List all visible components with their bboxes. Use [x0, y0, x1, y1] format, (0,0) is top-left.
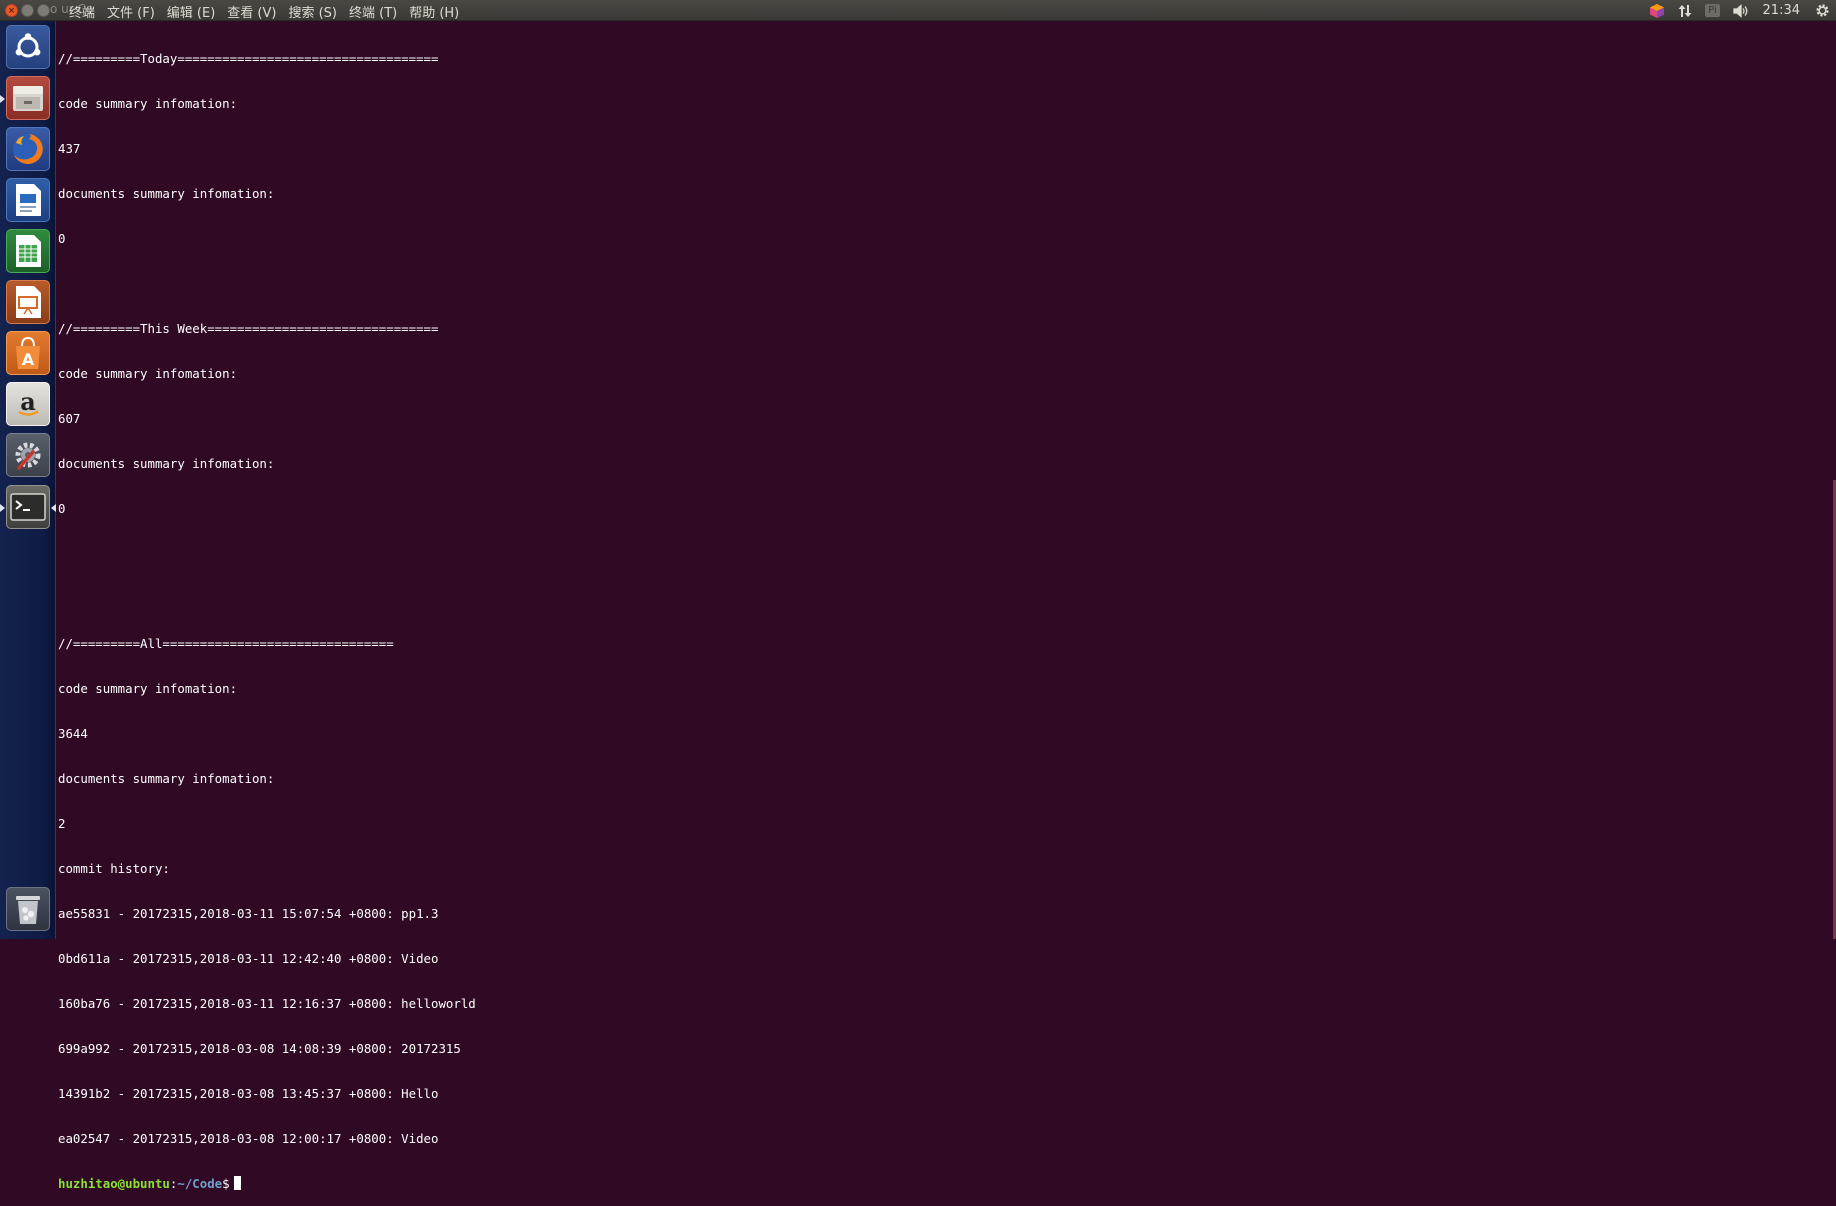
terminal-line: code summary infomation:	[58, 366, 1836, 381]
terminal-line: 699a992 - 20172315,2018-03-08 14:08:39 +…	[58, 1041, 1836, 1056]
keyboard-layout-indicator[interactable]: Pi	[1699, 0, 1727, 21]
terminal-line: //=========This Week====================…	[58, 321, 1836, 336]
terminal-line: ea02547 - 20172315,2018-03-08 12:00:17 +…	[58, 1131, 1836, 1146]
terminal-line: code summary infomation:	[58, 681, 1836, 696]
presentation-icon	[13, 285, 43, 319]
indicator-area: Pi 21:34	[1643, 0, 1836, 21]
volume-icon[interactable]	[1727, 0, 1755, 21]
text-cursor	[234, 1176, 241, 1190]
svg-text:A: A	[22, 350, 35, 369]
launcher-item-trash[interactable]	[6, 887, 50, 931]
svg-text:a: a	[20, 388, 36, 416]
spreadsheet-icon	[13, 234, 43, 268]
prompt-symbol: $	[222, 1176, 229, 1191]
terminal-line: 3644	[58, 726, 1836, 741]
maximize-button[interactable]	[37, 4, 50, 17]
terminal-line: 0	[58, 231, 1836, 246]
menu-bar: 终端 文件 (F) 编辑 (E) 查看 (V) 搜索 (S) 终端 (T) 帮助…	[63, 2, 465, 21]
document-icon	[13, 183, 43, 217]
terminal-line: 607	[58, 411, 1836, 426]
keyboard-label: Pi	[1705, 4, 1720, 17]
top-panel: × o ur Co 终端 文件 (F) 编辑 (E) 查看 (V) 搜索 (S)…	[0, 0, 1836, 21]
terminal-line	[58, 276, 1836, 291]
launcher-item-writer[interactable]	[6, 178, 50, 222]
clock[interactable]: 21:34	[1755, 3, 1808, 18]
launcher-item-amazon[interactable]: a	[6, 382, 50, 426]
terminal-line: //=========All==========================…	[58, 636, 1836, 651]
terminal-line: 437	[58, 141, 1836, 156]
menu-file[interactable]: 文件 (F)	[101, 2, 161, 21]
terminal-line: documents summary infomation:	[58, 771, 1836, 786]
terminal-line: 2	[58, 816, 1836, 831]
minimize-button[interactable]	[21, 4, 34, 17]
ubuntu-logo-icon	[12, 31, 44, 63]
prompt-separator: :	[170, 1176, 177, 1191]
prompt-path: ~/Code	[177, 1176, 222, 1191]
prompt-user-host: huzhitao@ubuntu	[58, 1176, 170, 1191]
file-cabinet-icon	[11, 83, 45, 113]
launcher-item-terminal[interactable]	[6, 485, 50, 529]
cube-icon[interactable]	[1643, 0, 1671, 21]
terminal-line: commit history:	[58, 861, 1836, 876]
launcher-item-files[interactable]	[6, 76, 50, 120]
terminal-line: ae55831 - 20172315,2018-03-11 15:07:54 +…	[58, 906, 1836, 921]
menu-app-name[interactable]: 终端	[63, 2, 101, 21]
amazon-icon: a	[12, 388, 44, 420]
menu-view[interactable]: 查看 (V)	[221, 2, 282, 21]
menu-edit[interactable]: 编辑 (E)	[161, 2, 222, 21]
gear-icon[interactable]	[1808, 0, 1836, 21]
launcher-item-system-settings[interactable]	[6, 433, 50, 477]
terminal-prompt[interactable]: huzhitao@ubuntu:~/Code$	[58, 1176, 1836, 1191]
terminal-line: 0	[58, 501, 1836, 516]
terminal-line	[58, 546, 1836, 561]
terminal-line: 0bd611a - 20172315,2018-03-11 12:42:40 +…	[58, 951, 1836, 966]
terminal-line	[58, 591, 1836, 606]
terminal-line: //=========Today========================…	[58, 51, 1836, 66]
launcher-item-software-center[interactable]: A	[6, 331, 50, 375]
terminal-line: 160ba76 - 20172315,2018-03-11 12:16:37 +…	[58, 996, 1836, 1011]
wrench-gear-icon	[11, 438, 45, 472]
menu-help[interactable]: 帮助 (H)	[403, 2, 465, 21]
terminal-line: code summary infomation:	[58, 96, 1836, 111]
trash-icon	[13, 892, 43, 926]
terminal-line: 14391b2 - 20172315,2018-03-08 13:45:37 +…	[58, 1086, 1836, 1101]
shopping-bag-icon: A	[12, 336, 44, 370]
launcher-item-calc[interactable]	[6, 229, 50, 273]
menu-search[interactable]: 搜索 (S)	[282, 2, 343, 21]
terminal-line: documents summary infomation:	[58, 456, 1836, 471]
terminal-output[interactable]: //=========Today========================…	[58, 21, 1836, 939]
launcher: A a	[0, 21, 56, 939]
menu-terminal[interactable]: 终端 (T)	[343, 2, 403, 21]
network-updown-icon[interactable]	[1671, 0, 1699, 21]
close-button[interactable]: ×	[5, 4, 18, 17]
firefox-icon	[10, 131, 46, 167]
launcher-item-firefox[interactable]	[6, 127, 50, 171]
launcher-item-impress[interactable]	[6, 280, 50, 324]
terminal-line: documents summary infomation:	[58, 186, 1836, 201]
terminal-icon	[10, 492, 46, 522]
launcher-item-dash[interactable]	[6, 25, 50, 69]
window-controls: ×	[5, 4, 50, 17]
